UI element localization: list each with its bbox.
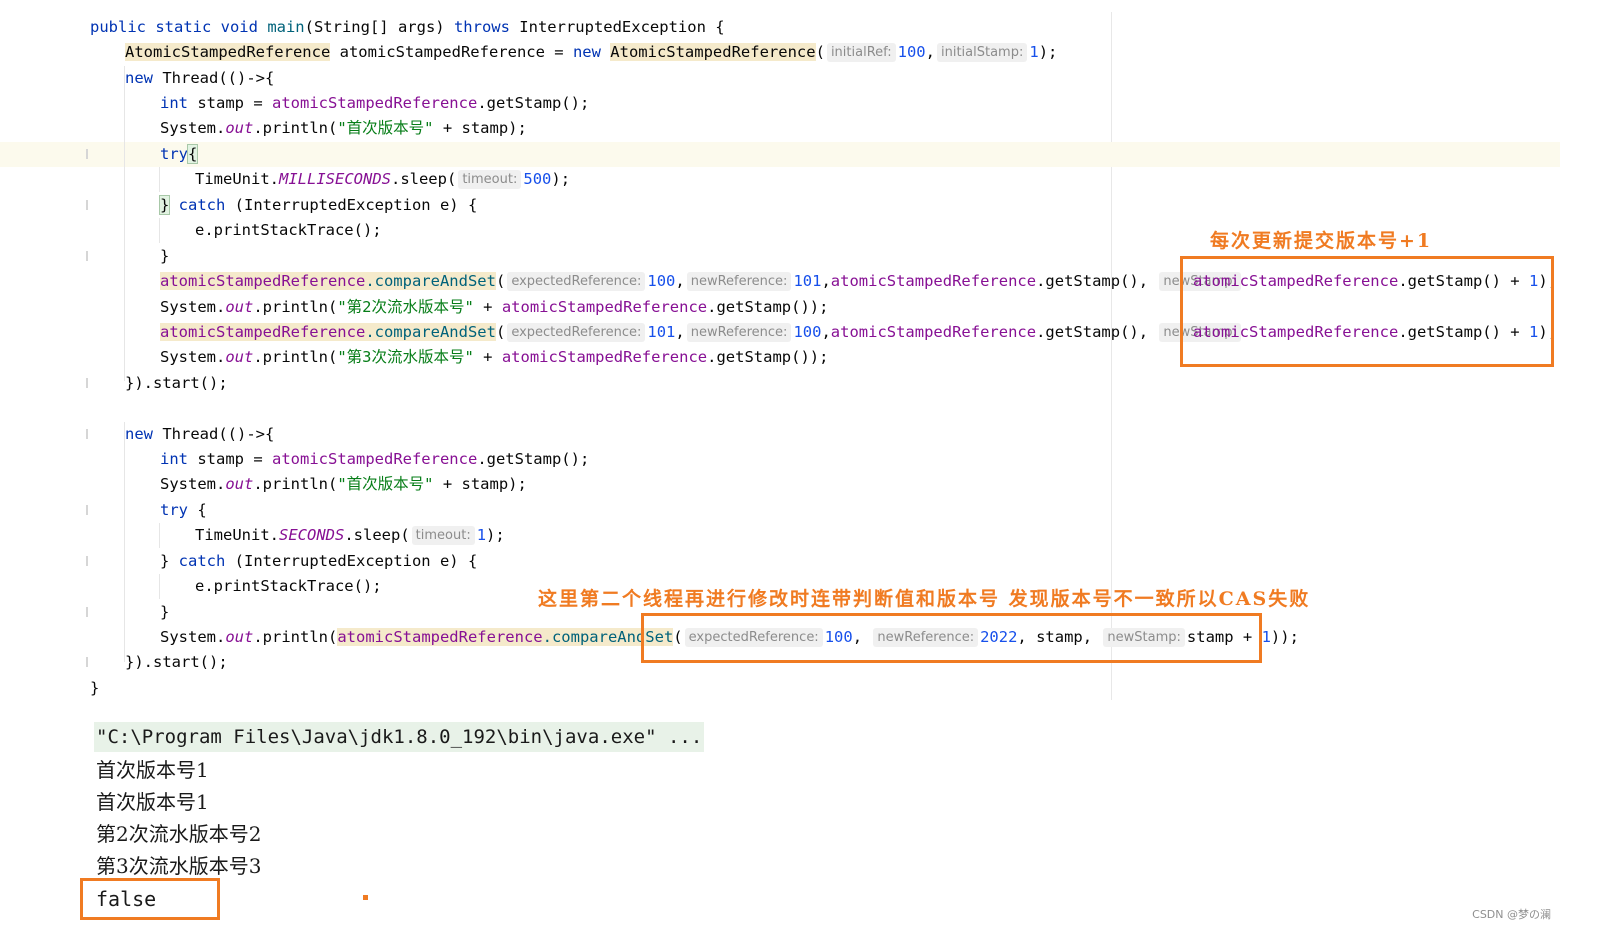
indent-guide bbox=[159, 167, 160, 192]
text-caret bbox=[197, 144, 199, 162]
code-line[interactable]: }).start(); bbox=[0, 371, 1560, 396]
matched-brace: { bbox=[186, 144, 199, 164]
console-command: "C:\Program Files\Java\jdk1.8.0_192\bin\… bbox=[94, 722, 705, 752]
code-line[interactable]: } catch (InterruptedException e) { bbox=[0, 549, 1560, 574]
code-line[interactable]: System.out.println("首次版本号" + stamp); bbox=[0, 472, 1560, 497]
fold-marker[interactable] bbox=[86, 251, 88, 261]
console-output-line: 第2次流水版本号2 bbox=[96, 822, 262, 846]
indent-guide bbox=[159, 523, 160, 548]
highlight-box-cas-call bbox=[641, 613, 1262, 663]
annotation-stamp-note: 每次更新提交版本号+1 bbox=[1210, 230, 1433, 252]
code-line[interactable]: } catch (InterruptedException e) { bbox=[0, 193, 1560, 218]
code-line[interactable]: int stamp = atomicStampedReference.getSt… bbox=[0, 447, 1560, 472]
code-line[interactable]: TimeUnit.MILLISECONDS.sleep(timeout: 500)… bbox=[0, 167, 1560, 192]
console-output-line: 首次版本号1 bbox=[96, 790, 209, 814]
code-line[interactable]: } bbox=[0, 676, 1560, 701]
console-output-line: 第3次流水版本号3 bbox=[96, 854, 262, 878]
param-hint: initialStamp: bbox=[936, 43, 1028, 62]
indent-guide bbox=[159, 574, 160, 599]
code-line[interactable]: AtomicStampedReference atomicStampedRefe… bbox=[0, 40, 1560, 65]
fold-marker[interactable] bbox=[86, 657, 88, 667]
highlight-box-newstamp bbox=[1180, 256, 1554, 367]
watermark: CSDN @梦の澜 bbox=[1472, 908, 1551, 921]
fold-marker[interactable] bbox=[86, 149, 88, 159]
annotation-dot bbox=[363, 895, 368, 900]
code-line[interactable]: public static void main(String[] args) t… bbox=[0, 15, 1560, 40]
code-line-current[interactable]: try{ bbox=[0, 142, 1560, 167]
param-hint: timeout: bbox=[458, 170, 522, 189]
fold-marker[interactable] bbox=[86, 429, 88, 439]
console-output-line: 首次版本号1 bbox=[96, 758, 209, 782]
fold-marker[interactable] bbox=[86, 200, 88, 210]
param-hint: timeout: bbox=[411, 526, 475, 545]
code-line[interactable]: System.out.println("首次版本号" + stamp); bbox=[0, 116, 1560, 141]
code-line[interactable]: TimeUnit.SECONDS.sleep(timeout: 1); bbox=[0, 523, 1560, 548]
fold-marker[interactable] bbox=[86, 607, 88, 617]
indent-guide bbox=[159, 218, 160, 243]
code-line[interactable]: new Thread(()->{ bbox=[0, 66, 1560, 91]
param-hint: initialRef: bbox=[826, 43, 896, 62]
code-line[interactable]: try { bbox=[0, 498, 1560, 523]
highlight-box-false-output bbox=[80, 878, 220, 920]
code-line[interactable]: int stamp = atomicStampedReference.getSt… bbox=[0, 91, 1560, 116]
fold-marker[interactable] bbox=[86, 505, 88, 515]
indent-guide bbox=[124, 422, 125, 662]
indent-guide bbox=[124, 66, 125, 381]
fold-marker[interactable] bbox=[86, 378, 88, 388]
fold-marker[interactable] bbox=[86, 556, 88, 566]
annotation-cas-note: 这里第二个线程再进行修改时连带判断值和版本号 发现版本号不一致所以CAS失败 bbox=[538, 588, 1311, 610]
code-line[interactable]: new Thread(()->{ bbox=[0, 422, 1560, 447]
